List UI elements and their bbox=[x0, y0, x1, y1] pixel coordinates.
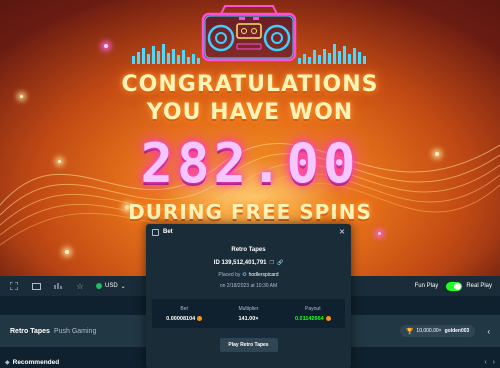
bet-game-name[interactable]: Retro Tapes bbox=[146, 247, 351, 253]
stat-multiplier: Multiplier 141.00× bbox=[216, 306, 280, 322]
stat-label: Bet bbox=[180, 305, 188, 312]
stat-bet: Bet 0.00008104 bbox=[152, 306, 216, 322]
bet-id-row: ID 139,512,401,791 ❐ 🔗 bbox=[146, 260, 351, 266]
placed-by-user[interactable]: hodlerspicard bbox=[249, 272, 279, 278]
real-play-label[interactable]: Real Play bbox=[466, 283, 492, 289]
play-game-button[interactable]: Play Retro Tapes bbox=[219, 338, 278, 352]
fullscreen-icon[interactable] bbox=[8, 280, 20, 292]
favourite-icon[interactable]: ☆ bbox=[74, 280, 86, 292]
currency-select[interactable]: USD ⌄ bbox=[96, 283, 126, 290]
placed-by-prefix: Placed by bbox=[218, 272, 241, 278]
bet-stats: Bet 0.00008104 Multiplier 141.00× Payout bbox=[152, 299, 345, 328]
link-icon[interactable]: 🔗 bbox=[277, 260, 283, 266]
btc-coin-icon bbox=[325, 316, 331, 321]
top-win-user: golden003 bbox=[444, 328, 470, 334]
bet-date: on 2/18/2023 at 10:30 AM bbox=[219, 283, 278, 289]
copy-icon[interactable]: ❐ bbox=[270, 260, 274, 266]
trophy-icon: 🏆 bbox=[405, 328, 414, 335]
equalizer-right-icon bbox=[298, 44, 366, 64]
btc-coin-icon bbox=[197, 316, 203, 321]
fun-play-label[interactable]: Fun Play bbox=[415, 283, 439, 289]
theatre-icon[interactable] bbox=[30, 280, 42, 292]
win-amount: 282.00 bbox=[140, 132, 360, 195]
placed-by-row: Placed by ✪ hodlerspicard bbox=[146, 272, 351, 278]
bet-modal: Bet ✕ Retro Tapes ID 139,512,401,791 ❐ 🔗… bbox=[146, 224, 351, 368]
next-arrow-icon[interactable]: › bbox=[493, 359, 495, 366]
sparkle bbox=[378, 232, 381, 235]
payout-amount: 0.01142664 bbox=[294, 315, 324, 322]
top-win-amount: 10,000.00× bbox=[416, 328, 442, 334]
vip-star-icon: ✪ bbox=[242, 272, 247, 278]
recommended-icon: ◆ bbox=[5, 359, 10, 366]
bet-id: ID 139,512,401,791 bbox=[213, 260, 267, 266]
multiplier-value: 141.00× bbox=[238, 315, 259, 322]
prev-arrow-icon[interactable]: ‹ bbox=[484, 359, 486, 366]
top-win-badge[interactable]: 🏆 10,000.00× golden003 bbox=[399, 325, 476, 337]
free-spins-line: DURING FREE SPINS bbox=[128, 200, 372, 224]
equalizer-left-icon bbox=[132, 44, 200, 64]
stat-label: Multiplier bbox=[238, 305, 259, 312]
modal-header: Bet ✕ bbox=[146, 224, 351, 240]
close-icon[interactable]: ✕ bbox=[339, 228, 345, 236]
chevron-left-icon[interactable]: ‹ bbox=[487, 327, 490, 336]
game-title[interactable]: Retro Tapes bbox=[10, 328, 50, 335]
stat-value: 0.01142664 bbox=[281, 316, 345, 322]
modal-title: Bet bbox=[163, 229, 173, 235]
page: CONGRATULATIONS YOU HAVE WON 282.00 DURI… bbox=[0, 0, 500, 368]
modal-body: Retro Tapes ID 139,512,401,791 ❐ 🔗 Place… bbox=[146, 247, 351, 352]
congrats-line: CONGRATULATIONS bbox=[121, 72, 379, 97]
bet-slip-icon bbox=[152, 228, 159, 236]
currency-label: USD bbox=[105, 283, 118, 289]
bet-amount: 0.00008104 bbox=[166, 315, 196, 322]
boombox-icon bbox=[201, 5, 297, 62]
sparkle bbox=[65, 250, 69, 254]
recommended-label: Recommended bbox=[12, 358, 60, 366]
stats-icon[interactable] bbox=[52, 280, 64, 292]
stat-value: 141.00× bbox=[216, 316, 280, 322]
currency-coin-icon bbox=[96, 283, 102, 289]
stat-label: Payout bbox=[305, 305, 321, 312]
sparkle bbox=[104, 44, 108, 48]
you-have-won-line: YOU HAVE WON bbox=[146, 100, 354, 125]
play-mode-toggle[interactable] bbox=[446, 281, 463, 291]
chevron-down-icon: ⌄ bbox=[120, 283, 126, 290]
stat-payout: Payout 0.01142664 bbox=[281, 306, 345, 322]
stat-value: 0.00008104 bbox=[152, 316, 216, 322]
game-provider[interactable]: Push Gaming bbox=[54, 328, 96, 335]
